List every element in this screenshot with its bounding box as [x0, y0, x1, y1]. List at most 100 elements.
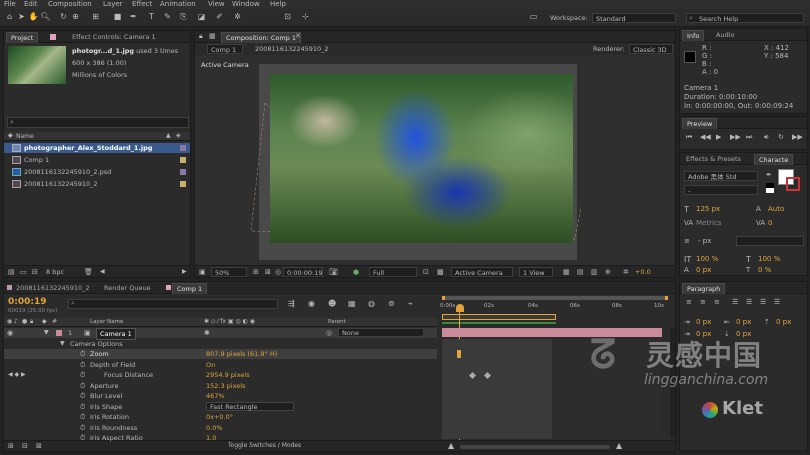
white-swatch[interactable]: [766, 188, 774, 193]
tab-effects-presets[interactable]: Effects & Presets: [682, 154, 745, 165]
label-color-swatch[interactable]: [180, 157, 186, 163]
property-value[interactable]: On: [206, 360, 215, 370]
layer-row[interactable]: ◉ ▼ 1 ▣ Camera 1 ✱ ◎ None: [4, 328, 437, 340]
horizontal-scale-value[interactable]: 100 %: [758, 255, 780, 263]
work-area-start[interactable]: [442, 296, 445, 300]
stopwatch-icon[interactable]: ⏱: [80, 370, 85, 380]
brainstorm-icon[interactable]: ⊚: [388, 299, 395, 308]
first-frame-icon[interactable]: ⏮: [686, 133, 692, 142]
show-channel-icon[interactable]: ●: [353, 268, 359, 276]
property-value[interactable]: 1.0: [206, 433, 216, 443]
property-row[interactable]: ⏱ Iris Aspect Ratio 1.0: [4, 433, 437, 443]
property-group-row[interactable]: ▼ Camera Options: [4, 339, 437, 349]
property-row[interactable]: ⏱ Iris Rotation 0x+0.0°: [4, 412, 437, 422]
group-expand-arrow-icon[interactable]: ▼: [60, 339, 65, 349]
scroll-left-icon[interactable]: ◀: [100, 268, 105, 275]
property-row[interactable]: ⏱ Iris Shape Fast Rectangle: [4, 401, 437, 412]
col-layer-name[interactable]: Layer Name: [90, 319, 123, 325]
workspace-icon[interactable]: ▭: [528, 11, 539, 22]
tab-paragraph[interactable]: Paragraph: [682, 283, 726, 294]
modes-toggle-icon[interactable]: ⊠: [36, 442, 42, 450]
expand-arrow-icon[interactable]: ▼: [44, 328, 49, 338]
rectangle-tool-icon[interactable]: ■: [112, 11, 123, 22]
tracking-value[interactable]: 0: [768, 219, 772, 227]
draft-3d-icon[interactable]: ◉: [308, 299, 315, 308]
property-value[interactable]: 152.3 pixels: [206, 381, 245, 391]
zoom-select[interactable]: 50%: [211, 267, 247, 277]
zoom-out-icon[interactable]: ▲: [448, 441, 454, 450]
label-color-swatch[interactable]: [180, 145, 186, 151]
stroke-width-value[interactable]: - px: [698, 237, 711, 245]
justify-last-center-icon[interactable]: ☰: [746, 298, 752, 306]
menu-edit[interactable]: Edit: [24, 0, 38, 8]
hand-tool-icon[interactable]: ✋: [28, 11, 39, 22]
zoom-keyframe[interactable]: [457, 350, 461, 358]
list-item[interactable]: Comp 1: [4, 155, 190, 165]
property-row[interactable]: ⏱ Zoom 807.9 pixels (61.9° H): [4, 349, 437, 359]
stopwatch-icon[interactable]: ⏱: [80, 433, 85, 443]
menu-file[interactable]: File: [4, 0, 16, 8]
audio-icon[interactable]: 🔊︎: [764, 133, 768, 142]
tab-render-queue[interactable]: Render Queue: [100, 283, 155, 294]
label-header-icon[interactable]: ◆: [42, 318, 47, 325]
clone-tool-icon[interactable]: ⎘: [178, 11, 189, 22]
justify-last-right-icon[interactable]: ☰: [760, 298, 766, 306]
property-value[interactable]: 2954.9 pixels: [206, 370, 250, 380]
brush-tool-icon[interactable]: ✎: [162, 11, 173, 22]
project-search-input[interactable]: [7, 117, 189, 128]
stopwatch-icon[interactable]: ⏱: [80, 381, 85, 391]
eyedropper-icon[interactable]: ✒: [766, 171, 772, 179]
timecode-field[interactable]: 0:00:00:19: [283, 267, 323, 277]
trash-icon[interactable]: 🗑︎: [84, 268, 93, 276]
tsume-value[interactable]: 0 %: [758, 266, 771, 274]
comp-flowchart-icon[interactable]: ⊞: [8, 442, 14, 450]
snapping-icon[interactable]: ⊡: [282, 11, 293, 22]
timeline-icon[interactable]: ▥: [591, 268, 598, 276]
grid-icon[interactable]: ⊠: [265, 268, 271, 276]
work-area-end[interactable]: [665, 296, 668, 300]
video-switch-icon[interactable]: ◉: [7, 318, 12, 325]
exposure-icon[interactable]: ✲: [623, 268, 629, 276]
work-area-bar[interactable]: [442, 296, 668, 300]
stopwatch-icon[interactable]: ⏱: [80, 423, 85, 433]
new-comp-icon[interactable]: ⊟: [32, 268, 38, 276]
camera-snapshot-icon[interactable]: 📷︎: [329, 268, 338, 276]
font-size-value[interactable]: 125 px: [696, 205, 720, 213]
pen-tool-icon[interactable]: ✒: [128, 11, 139, 22]
indent-left-value[interactable]: 0 px: [696, 318, 711, 326]
comp-mini-flowchart-icon[interactable]: ⇶: [288, 299, 295, 308]
justify-all-icon[interactable]: ☰: [774, 298, 780, 306]
tab-preview[interactable]: Preview: [682, 118, 718, 129]
property-value[interactable]: Fast Rectangle: [206, 401, 294, 411]
menu-window[interactable]: Window: [232, 0, 260, 8]
ram-preview-icon[interactable]: ▶▶: [792, 133, 803, 141]
fast-preview-icon[interactable]: ▤: [577, 268, 584, 276]
property-row[interactable]: ◀ ◆ ▶ ⏱ Focus Distance 2954.9 pixels: [4, 370, 437, 380]
timeline-scrollbar[interactable]: [670, 328, 675, 438]
list-item[interactable]: 2008116132245910_2: [4, 179, 190, 189]
axis-icon[interactable]: ⊹: [300, 11, 311, 22]
exposure-value[interactable]: +0.0: [635, 268, 651, 276]
timeline-zoom-slider[interactable]: [460, 445, 610, 449]
transparency-grid-icon[interactable]: ▩: [437, 268, 444, 276]
bpc-value[interactable]: 8 bpc: [46, 268, 64, 276]
prev-frame-icon[interactable]: ◀◀: [700, 133, 711, 141]
menu-layer[interactable]: Layer: [103, 0, 123, 8]
lock-switch-icon[interactable]: 🔒︎: [30, 318, 33, 326]
tab-project[interactable]: Project: [6, 32, 39, 43]
label-color-swatch[interactable]: [180, 181, 186, 187]
parent-pickwhip-icon[interactable]: ◎: [326, 328, 332, 338]
solo-switch-icon[interactable]: ●: [22, 318, 27, 325]
zoom-tool-icon[interactable]: 🔍︎: [40, 11, 51, 22]
layer-duration-bar[interactable]: [442, 328, 662, 337]
first-line-indent-value[interactable]: 0 px: [696, 330, 711, 338]
footage-layer[interactable]: [270, 74, 573, 243]
keyframe-navigator-icon[interactable]: ◀ ◆ ▶: [8, 370, 26, 380]
tab-comp-1[interactable]: Comp 1: [172, 283, 208, 294]
menu-animation[interactable]: Animation: [160, 0, 196, 8]
last-frame-icon[interactable]: ⏭: [746, 133, 752, 142]
tab-effect-controls[interactable]: Effect Controls: Camera 1: [68, 32, 160, 43]
pan-behind-icon[interactable]: ⊞: [90, 11, 101, 22]
align-right-icon[interactable]: ≡: [714, 298, 720, 306]
baseline-value[interactable]: 0 px: [696, 266, 711, 274]
